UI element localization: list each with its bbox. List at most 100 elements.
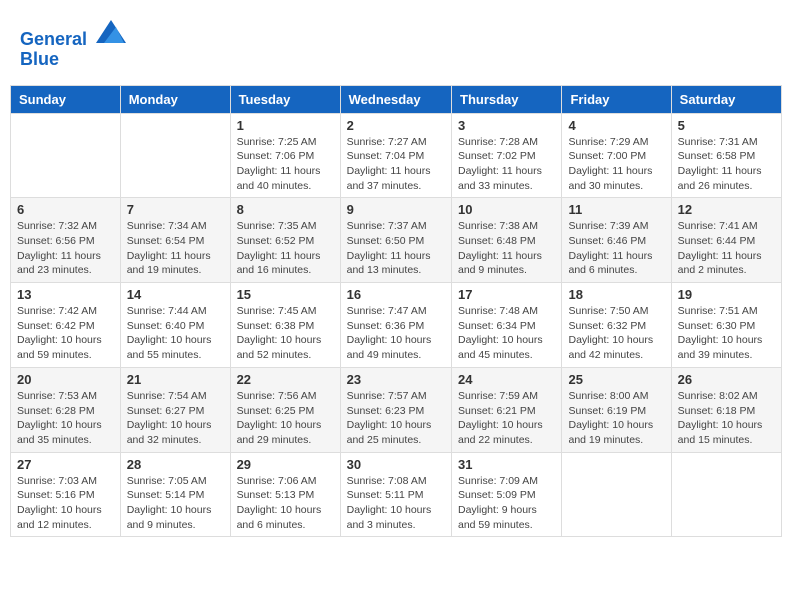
day-number: 5 (678, 118, 775, 133)
calendar-cell: 2 Sunrise: 7:27 AM Sunset: 7:04 PM Daylig… (340, 113, 451, 198)
day-number: 10 (458, 202, 555, 217)
day-number: 12 (678, 202, 775, 217)
day-info: Sunrise: 7:29 AM Sunset: 7:00 PM Dayligh… (568, 135, 664, 194)
calendar-cell: 29 Sunrise: 7:06 AM Sunset: 5:13 PM Dayli… (230, 452, 340, 537)
day-number: 1 (237, 118, 334, 133)
day-number: 18 (568, 287, 664, 302)
day-info: Sunrise: 7:44 AM Sunset: 6:40 PM Dayligh… (127, 304, 224, 363)
calendar-cell: 16 Sunrise: 7:47 AM Sunset: 6:36 PM Dayli… (340, 283, 451, 368)
day-number: 7 (127, 202, 224, 217)
day-number: 6 (17, 202, 114, 217)
page-header: General Blue (10, 10, 782, 75)
weekday-header: Sunday (11, 85, 121, 113)
calendar-cell: 18 Sunrise: 7:50 AM Sunset: 6:32 PM Dayli… (562, 283, 671, 368)
calendar-cell: 21 Sunrise: 7:54 AM Sunset: 6:27 PM Dayli… (120, 367, 230, 452)
calendar-cell: 1 Sunrise: 7:25 AM Sunset: 7:06 PM Daylig… (230, 113, 340, 198)
calendar-cell: 23 Sunrise: 7:57 AM Sunset: 6:23 PM Dayli… (340, 367, 451, 452)
calendar-cell: 17 Sunrise: 7:48 AM Sunset: 6:34 PM Dayli… (452, 283, 562, 368)
day-info: Sunrise: 7:42 AM Sunset: 6:42 PM Dayligh… (17, 304, 114, 363)
logo-blue: Blue (20, 49, 59, 69)
calendar-cell: 25 Sunrise: 8:00 AM Sunset: 6:19 PM Dayli… (562, 367, 671, 452)
day-info: Sunrise: 7:09 AM Sunset: 5:09 PM Dayligh… (458, 474, 555, 533)
calendar-cell: 15 Sunrise: 7:45 AM Sunset: 6:38 PM Dayli… (230, 283, 340, 368)
day-number: 22 (237, 372, 334, 387)
calendar-cell: 5 Sunrise: 7:31 AM Sunset: 6:58 PM Daylig… (671, 113, 781, 198)
calendar-week-row: 20Sunrise: 7:53 AM Sunset: 6:28 PM Dayli… (11, 367, 782, 452)
day-info: Sunrise: 7:57 AM Sunset: 6:23 PM Dayligh… (347, 389, 445, 448)
calendar-cell (11, 113, 121, 198)
day-info: Sunrise: 7:54 AM Sunset: 6:27 PM Dayligh… (127, 389, 224, 448)
day-number: 16 (347, 287, 445, 302)
calendar-cell (671, 452, 781, 537)
day-info: Sunrise: 7:27 AM Sunset: 7:04 PM Dayligh… (347, 135, 445, 194)
day-number: 27 (17, 457, 114, 472)
calendar-cell: 14 Sunrise: 7:44 AM Sunset: 6:40 PM Dayli… (120, 283, 230, 368)
day-number: 14 (127, 287, 224, 302)
day-info: Sunrise: 7:05 AM Sunset: 5:14 PM Dayligh… (127, 474, 224, 533)
weekday-header: Thursday (452, 85, 562, 113)
day-info: Sunrise: 7:32 AM Sunset: 6:56 PM Dayligh… (17, 219, 114, 278)
weekday-header: Tuesday (230, 85, 340, 113)
calendar-cell: 27 Sunrise: 7:03 AM Sunset: 5:16 PM Dayli… (11, 452, 121, 537)
day-number: 15 (237, 287, 334, 302)
weekday-header: Saturday (671, 85, 781, 113)
calendar-week-row: 27 Sunrise: 7:03 AM Sunset: 5:16 PM Dayli… (11, 452, 782, 537)
day-info: Sunrise: 7:06 AM Sunset: 5:13 PM Dayligh… (237, 474, 334, 533)
calendar-cell: 24 Sunrise: 7:59 AM Sunset: 6:21 PM Dayli… (452, 367, 562, 452)
calendar-cell: 11 Sunrise: 7:39 AM Sunset: 6:46 PM Dayli… (562, 198, 671, 283)
day-number: 24 (458, 372, 555, 387)
calendar-cell: 12Sunrise: 7:41 AM Sunset: 6:44 PM Dayli… (671, 198, 781, 283)
day-info: Sunrise: 7:47 AM Sunset: 6:36 PM Dayligh… (347, 304, 445, 363)
day-number: 11 (568, 202, 664, 217)
day-number: 17 (458, 287, 555, 302)
calendar-cell: 30Sunrise: 7:08 AM Sunset: 5:11 PM Dayli… (340, 452, 451, 537)
calendar-week-row: 6 Sunrise: 7:32 AM Sunset: 6:56 PM Daylig… (11, 198, 782, 283)
weekday-header: Friday (562, 85, 671, 113)
weekday-header: Wednesday (340, 85, 451, 113)
day-number: 19 (678, 287, 775, 302)
calendar-cell: 4Sunrise: 7:29 AM Sunset: 7:00 PM Daylig… (562, 113, 671, 198)
calendar-cell: 9 Sunrise: 7:37 AM Sunset: 6:50 PM Daylig… (340, 198, 451, 283)
logo-icon (96, 15, 126, 45)
day-info: Sunrise: 7:39 AM Sunset: 6:46 PM Dayligh… (568, 219, 664, 278)
calendar-cell: 3 Sunrise: 7:28 AM Sunset: 7:02 PM Daylig… (452, 113, 562, 198)
calendar-table: SundayMondayTuesdayWednesdayThursdayFrid… (10, 85, 782, 538)
calendar-week-row: 1 Sunrise: 7:25 AM Sunset: 7:06 PM Daylig… (11, 113, 782, 198)
weekday-header: Monday (120, 85, 230, 113)
calendar-cell: 10 Sunrise: 7:38 AM Sunset: 6:48 PM Dayli… (452, 198, 562, 283)
day-info: Sunrise: 7:37 AM Sunset: 6:50 PM Dayligh… (347, 219, 445, 278)
day-number: 13 (17, 287, 114, 302)
day-number: 23 (347, 372, 445, 387)
day-info: Sunrise: 7:31 AM Sunset: 6:58 PM Dayligh… (678, 135, 775, 194)
day-info: Sunrise: 8:02 AM Sunset: 6:18 PM Dayligh… (678, 389, 775, 448)
calendar-cell: 22Sunrise: 7:56 AM Sunset: 6:25 PM Dayli… (230, 367, 340, 452)
day-number: 25 (568, 372, 664, 387)
day-info: Sunrise: 7:25 AM Sunset: 7:06 PM Dayligh… (237, 135, 334, 194)
day-info: Sunrise: 7:53 AM Sunset: 6:28 PM Dayligh… (17, 389, 114, 448)
day-info: Sunrise: 7:03 AM Sunset: 5:16 PM Dayligh… (17, 474, 114, 533)
logo-general: General (20, 29, 87, 49)
day-info: Sunrise: 7:59 AM Sunset: 6:21 PM Dayligh… (458, 389, 555, 448)
day-info: Sunrise: 7:50 AM Sunset: 6:32 PM Dayligh… (568, 304, 664, 363)
day-info: Sunrise: 7:35 AM Sunset: 6:52 PM Dayligh… (237, 219, 334, 278)
logo: General Blue (20, 15, 126, 70)
day-info: Sunrise: 7:45 AM Sunset: 6:38 PM Dayligh… (237, 304, 334, 363)
day-number: 3 (458, 118, 555, 133)
day-info: Sunrise: 7:28 AM Sunset: 7:02 PM Dayligh… (458, 135, 555, 194)
day-number: 31 (458, 457, 555, 472)
day-info: Sunrise: 7:08 AM Sunset: 5:11 PM Dayligh… (347, 474, 445, 533)
day-number: 21 (127, 372, 224, 387)
calendar-cell (562, 452, 671, 537)
calendar-cell: 8 Sunrise: 7:35 AM Sunset: 6:52 PM Daylig… (230, 198, 340, 283)
day-info: Sunrise: 7:48 AM Sunset: 6:34 PM Dayligh… (458, 304, 555, 363)
day-number: 2 (347, 118, 445, 133)
day-info: Sunrise: 7:38 AM Sunset: 6:48 PM Dayligh… (458, 219, 555, 278)
calendar-cell: 6 Sunrise: 7:32 AM Sunset: 6:56 PM Daylig… (11, 198, 121, 283)
day-number: 29 (237, 457, 334, 472)
day-info: Sunrise: 8:00 AM Sunset: 6:19 PM Dayligh… (568, 389, 664, 448)
day-number: 9 (347, 202, 445, 217)
day-info: Sunrise: 7:34 AM Sunset: 6:54 PM Dayligh… (127, 219, 224, 278)
day-number: 26 (678, 372, 775, 387)
day-number: 28 (127, 457, 224, 472)
day-number: 8 (237, 202, 334, 217)
